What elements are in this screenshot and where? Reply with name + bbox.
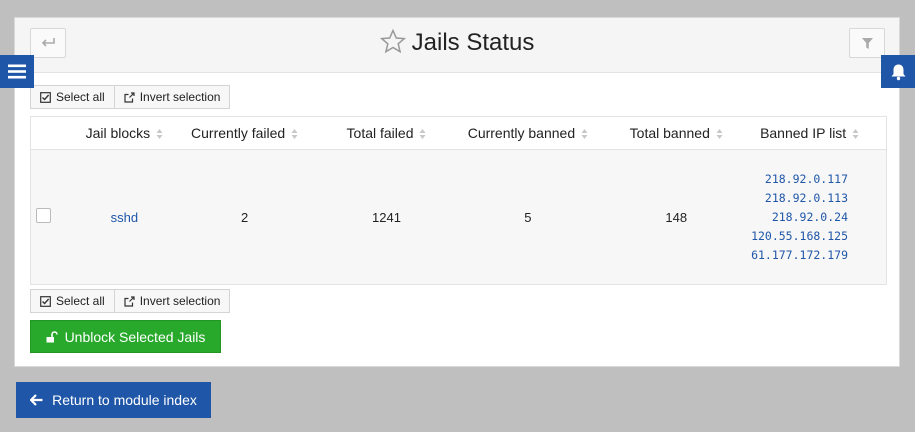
hamburger-menu-icon	[8, 64, 26, 79]
invert-selection-button-bottom[interactable]: Invert selection	[114, 289, 231, 313]
bell-icon	[891, 64, 905, 80]
select-all-button-bottom[interactable]: Select all	[30, 289, 115, 313]
total-banned-cell: 148	[602, 149, 751, 285]
share-square-icon	[124, 295, 135, 307]
banned-ip-list-cell: 218.92.0.117 218.92.0.113 218.92.0.24 12…	[750, 149, 887, 285]
table-row: sshd 2 1241 5 148 218.92.0.117 218.92.0.…	[30, 149, 887, 285]
jail-name-link[interactable]: sshd	[79, 149, 170, 285]
share-square-icon	[124, 91, 135, 103]
total-failed-cell: 1241	[319, 149, 454, 285]
currently-failed-cell: 2	[169, 149, 320, 285]
unblock-selected-jails-button[interactable]: Unblock Selected Jails	[30, 320, 221, 353]
banned-ip: 218.92.0.113	[764, 190, 848, 205]
selection-bar-top: Select all Invert selection	[30, 85, 231, 109]
arrow-left-icon	[30, 394, 43, 406]
selection-bar-bottom: Select all Invert selection	[30, 289, 231, 313]
column-header-jail-blocks[interactable]: Jail blocks	[79, 116, 170, 150]
banned-ip: 218.92.0.117	[764, 171, 848, 186]
star-icon[interactable]	[379, 28, 406, 54]
return-to-module-index-button[interactable]: Return to module index	[16, 382, 211, 418]
sort-icon	[852, 129, 859, 140]
column-header-total-failed[interactable]: Total failed	[319, 116, 454, 150]
page-title: Jails Status	[15, 28, 899, 58]
checkbox-header	[30, 116, 80, 150]
select-all-button[interactable]: Select all	[30, 85, 115, 109]
sort-icon	[581, 129, 588, 140]
banned-ip: 120.55.168.125	[751, 228, 848, 243]
jails-panel: Jails Status Select all Invert selection…	[14, 17, 900, 367]
page-title-text: Jails Status	[411, 29, 535, 56]
invert-selection-button[interactable]: Invert selection	[114, 85, 231, 109]
row-checkbox[interactable]	[36, 208, 51, 223]
sort-icon	[419, 129, 426, 140]
menu-toggle[interactable]	[0, 55, 34, 88]
banned-ip: 61.177.172.179	[751, 247, 848, 262]
jails-table: Jail blocks Currently failed Total faile…	[30, 116, 887, 285]
sort-icon	[156, 129, 163, 140]
row-select-cell	[30, 149, 80, 285]
notifications-toggle[interactable]	[881, 55, 915, 88]
sort-icon	[291, 129, 298, 140]
column-header-currently-failed[interactable]: Currently failed	[169, 116, 320, 150]
check-square-icon	[40, 295, 51, 307]
sort-icon	[716, 129, 723, 140]
column-header-currently-banned[interactable]: Currently banned	[453, 116, 603, 150]
table-header-row: Jail blocks Currently failed Total faile…	[30, 116, 887, 150]
check-square-icon	[40, 91, 51, 103]
column-header-total-banned[interactable]: Total banned	[602, 116, 751, 150]
filter-icon	[861, 37, 873, 49]
column-header-banned-ip-list[interactable]: Banned IP list	[750, 116, 887, 150]
banned-ip: 218.92.0.24	[771, 209, 848, 224]
filter-button[interactable]	[849, 28, 885, 58]
unlock-icon	[46, 330, 58, 342]
panel-header: Jails Status	[15, 18, 899, 73]
currently-banned-cell: 5	[453, 149, 603, 285]
